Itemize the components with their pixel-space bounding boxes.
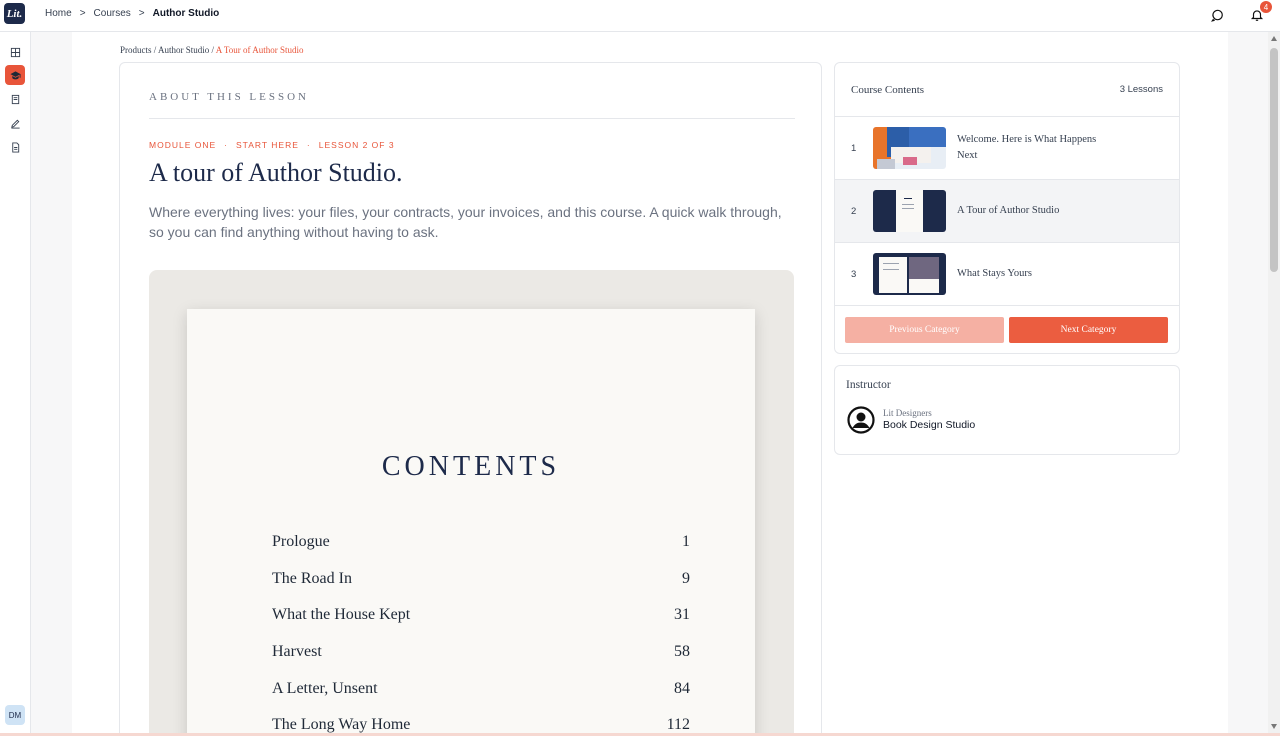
breadcrumb-separator: > bbox=[79, 8, 86, 19]
toc-row: The Road In 9 bbox=[272, 570, 690, 607]
toc-title: What the House Kept bbox=[272, 606, 411, 624]
top-actions: 4 bbox=[1208, 1, 1272, 24]
page-gutter-right bbox=[1228, 32, 1268, 736]
toc-page: 84 bbox=[674, 679, 690, 697]
lesson-label: A Tour of Author Studio bbox=[957, 205, 1060, 216]
start-label: START HERE bbox=[236, 140, 299, 150]
lesson-number: 3 bbox=[851, 268, 857, 280]
top-bar: Lit. Home > Courses > Author Studio 4 bbox=[0, 0, 1280, 32]
scrollbar[interactable] bbox=[1268, 32, 1280, 736]
lesson-thumbnail bbox=[873, 190, 946, 232]
module-label: MODULE ONE bbox=[149, 140, 217, 150]
lesson-item-3[interactable]: 3 What Stays Yours bbox=[835, 243, 1179, 306]
app-logo[interactable]: Lit. bbox=[4, 3, 25, 24]
user-avatar[interactable]: DM bbox=[5, 705, 25, 725]
meta-separator: · bbox=[306, 140, 311, 150]
lesson-number: 2 bbox=[851, 205, 857, 217]
previous-category-button[interactable]: Previous Category bbox=[845, 317, 1004, 343]
page-breadcrumb-path[interactable]: Products / Author Studio / bbox=[120, 45, 216, 55]
rail-courses[interactable] bbox=[5, 65, 25, 85]
lesson-item-2[interactable]: 2 A Tour of Author Studio bbox=[835, 180, 1179, 243]
contents-heading: CONTENTS bbox=[381, 451, 561, 482]
notifications-button[interactable]: 4 bbox=[1248, 1, 1272, 24]
toc-page: 58 bbox=[674, 643, 690, 661]
toc-title: The Road In bbox=[272, 569, 352, 587]
lesson-card: ABOUT THIS LESSON MODULE ONE · START HER… bbox=[119, 62, 822, 736]
toc-row: Prologue 1 bbox=[272, 533, 690, 570]
scroll-up-icon[interactable] bbox=[1271, 36, 1277, 41]
section-label: ABOUT THIS LESSON bbox=[149, 91, 309, 103]
lesson-thumbnail bbox=[873, 127, 946, 169]
instructor-card: Instructor Lit Designers Book Design Stu… bbox=[834, 365, 1180, 455]
breadcrumb-separator: > bbox=[138, 8, 145, 19]
instructor-org: Lit Designers bbox=[883, 408, 932, 418]
lesson-number: 1 bbox=[851, 142, 857, 154]
lesson-title: A tour of Author Studio. bbox=[149, 158, 403, 187]
page-breadcrumb-current: A Tour of Author Studio bbox=[215, 45, 304, 55]
lesson-meta: MODULE ONE · START HERE · LESSON 2 OF 3 bbox=[149, 140, 395, 150]
toc-row: Harvest 58 bbox=[272, 643, 690, 680]
grid-icon bbox=[10, 47, 20, 57]
table-of-contents: Prologue 1 The Road In 9 What the House Ke… bbox=[272, 533, 690, 736]
page-breadcrumb: Products / Author Studio / A Tour of Aut… bbox=[120, 45, 303, 55]
lesson-position: LESSON 2 OF 3 bbox=[318, 140, 395, 150]
category-nav: Previous Category Next Category bbox=[845, 317, 1168, 343]
toc-title: A Letter, Unsent bbox=[272, 679, 378, 697]
lesson-item-1[interactable]: 1 Welcome. Here is What Happens Next bbox=[835, 117, 1179, 180]
user-avatar-icon bbox=[847, 406, 875, 434]
chat-icon[interactable] bbox=[1208, 6, 1226, 24]
next-category-button[interactable]: Next Category bbox=[1009, 317, 1168, 343]
lesson-preview: CONTENTS Prologue 1 The Road In 9 What the… bbox=[149, 270, 794, 736]
course-contents-card: Course Contents 3 Lessons 1 Welcome. Her… bbox=[834, 62, 1180, 354]
graduation-cap-icon bbox=[9, 70, 21, 79]
rail-files[interactable] bbox=[5, 89, 25, 109]
breadcrumb-home[interactable]: Home bbox=[45, 8, 72, 19]
toc-title: Harvest bbox=[272, 643, 322, 661]
divider bbox=[149, 118, 795, 119]
rail-dashboard[interactable] bbox=[5, 42, 25, 62]
toc-page: 1 bbox=[682, 533, 690, 550]
lesson-count: 3 Lessons bbox=[1119, 84, 1163, 95]
instructor-name: Book Design Studio bbox=[883, 419, 976, 431]
meta-separator: · bbox=[224, 140, 228, 150]
lesson-thumbnail bbox=[873, 253, 946, 295]
scroll-down-icon[interactable] bbox=[1271, 724, 1277, 729]
document-icon bbox=[11, 141, 19, 153]
toc-row: What the House Kept 31 bbox=[272, 606, 690, 643]
breadcrumb-courses[interactable]: Courses bbox=[94, 8, 131, 19]
toc-title: Prologue bbox=[272, 533, 330, 550]
toc-row: A Letter, Unsent 84 bbox=[272, 680, 690, 717]
rail-contracts[interactable] bbox=[5, 113, 25, 133]
toc-page: 9 bbox=[682, 569, 690, 587]
rail-invoices[interactable] bbox=[5, 137, 25, 157]
lesson-label: Welcome. Here is What Happens Next bbox=[957, 134, 1097, 161]
lesson-label: What Stays Yours bbox=[957, 268, 1032, 279]
lesson-description: Where everything lives: your files, your… bbox=[149, 204, 782, 240]
page-gutter-left bbox=[31, 32, 72, 736]
course-contents-header: Course Contents 3 Lessons bbox=[835, 63, 1179, 117]
scroll-thumb[interactable] bbox=[1270, 48, 1278, 272]
breadcrumb-current: Author Studio bbox=[152, 8, 220, 19]
instructor-title: Instructor bbox=[846, 379, 891, 391]
book-icon bbox=[11, 94, 19, 104]
course-contents-title: Course Contents bbox=[851, 83, 925, 96]
notification-badge: 4 bbox=[1260, 1, 1272, 13]
pen-icon bbox=[10, 119, 20, 129]
book-page: CONTENTS Prologue 1 The Road In 9 What the… bbox=[187, 309, 755, 736]
toc-page: 31 bbox=[674, 606, 690, 624]
top-breadcrumb: Home > Courses > Author Studio bbox=[45, 8, 219, 19]
left-rail: DM bbox=[0, 32, 31, 736]
